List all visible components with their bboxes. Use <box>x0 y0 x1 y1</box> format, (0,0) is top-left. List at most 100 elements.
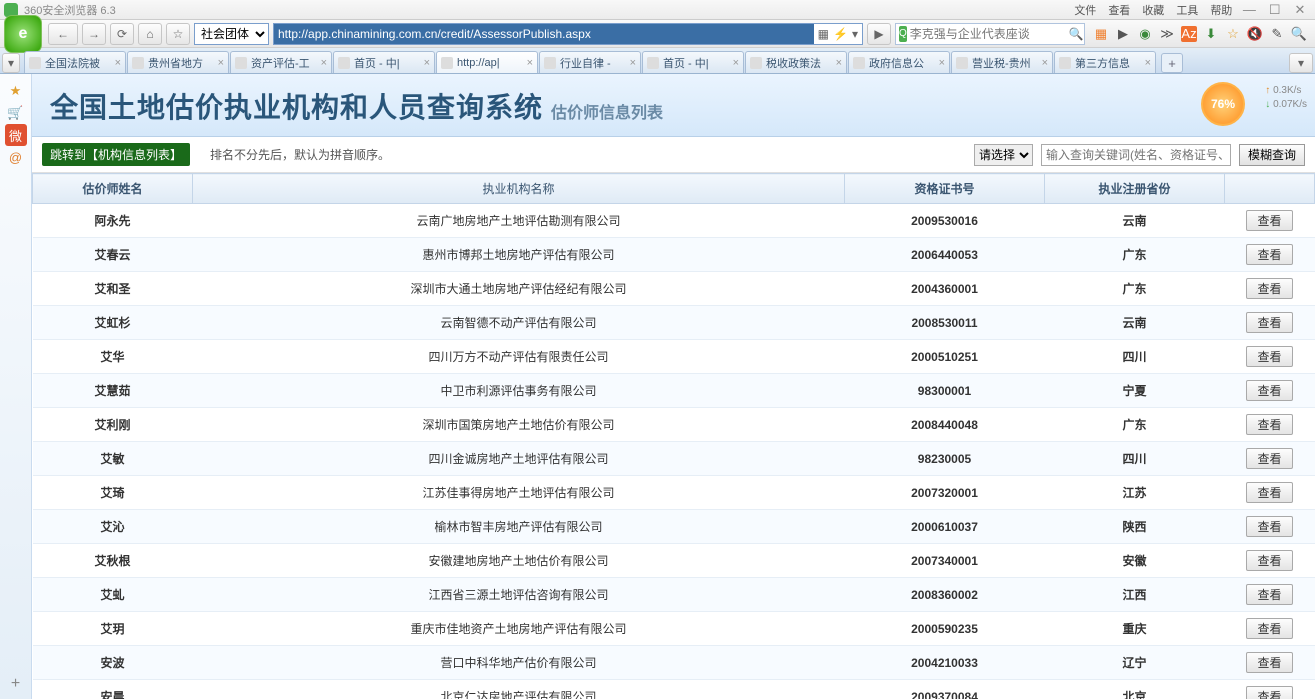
view-button[interactable]: 查看 <box>1246 618 1292 639</box>
category-select[interactable]: 社会团体 <box>194 23 269 45</box>
fav-icon[interactable]: ★ <box>5 80 27 102</box>
tab-close-icon[interactable]: × <box>115 57 121 69</box>
favorite-button[interactable]: ☆ <box>166 23 190 45</box>
tab-favicon-icon <box>235 57 247 69</box>
view-button[interactable]: 查看 <box>1246 652 1292 673</box>
search-engine-icon[interactable]: Q <box>899 26 907 42</box>
play-icon[interactable]: ▶ <box>1115 26 1131 42</box>
tab-strip: ▾ 全国法院被 × 贵州省地方 × 资产评估-工 × 首页 - 中| × htt… <box>0 48 1315 74</box>
cell-org: 中卫市利源评估事务有限公司 <box>193 374 845 408</box>
menu-item-2[interactable]: 收藏 <box>1142 5 1164 17</box>
zoom-icon[interactable]: 🔍 <box>1291 26 1307 42</box>
mail-icon[interactable]: @ <box>5 146 27 168</box>
az-icon[interactable]: Aᴢ <box>1181 26 1197 42</box>
cell-prov: 四川 <box>1045 442 1225 476</box>
tab-close-icon[interactable]: × <box>527 57 533 69</box>
tab-7[interactable]: 税收政策法 × <box>745 51 847 73</box>
cell-name: 艾春云 <box>33 238 193 272</box>
note-icon[interactable]: ✎ <box>1269 26 1285 42</box>
view-button[interactable]: 查看 <box>1246 482 1292 503</box>
new-tab-button[interactable]: + <box>1161 53 1183 73</box>
view-button[interactable]: 查看 <box>1246 448 1292 469</box>
tab-10[interactable]: 第三方信息 × <box>1054 51 1156 73</box>
tab-close-icon[interactable]: × <box>1042 57 1048 69</box>
table-row: 艾和圣 深圳市大通土地房地产评估经纪有限公司 2004360001 广东 查看 <box>33 272 1315 306</box>
menu-item-1[interactable]: 查看 <box>1108 5 1130 17</box>
cart-icon[interactable]: 🛒 <box>5 102 27 124</box>
search-input[interactable] <box>910 27 1065 41</box>
url-input[interactable] <box>274 24 814 44</box>
close-button[interactable]: ✕ <box>1289 2 1311 18</box>
maximize-button[interactable]: ☐ <box>1264 2 1286 18</box>
tab-menu-button[interactable]: ▾ <box>2 53 20 73</box>
view-button[interactable]: 查看 <box>1246 686 1292 699</box>
flash-icon[interactable]: ⚡ <box>833 27 848 41</box>
tab-4[interactable]: http://ap| × <box>436 51 538 73</box>
sidebar-add-button[interactable]: + <box>11 675 20 693</box>
weibo-icon[interactable]: 微 <box>5 124 27 146</box>
filter-select[interactable]: 请选择 <box>974 144 1033 166</box>
tab-list-button[interactable]: ▾ <box>1289 53 1313 73</box>
chevron-icon[interactable]: ≫ <box>1159 26 1175 42</box>
jump-button[interactable]: 跳转到【机构信息列表】 <box>42 143 190 166</box>
view-button[interactable]: 查看 <box>1246 278 1292 299</box>
cell-prov: 广东 <box>1045 238 1225 272</box>
reload-button[interactable]: ⟳ <box>110 23 134 45</box>
forward-button[interactable]: → <box>82 23 106 45</box>
tab-0[interactable]: 全国法院被 × <box>24 51 126 73</box>
view-button[interactable]: 查看 <box>1246 312 1292 333</box>
fuzzy-search-button[interactable]: 模糊查询 <box>1239 144 1305 166</box>
qr-icon[interactable]: ▦ <box>818 27 829 41</box>
page-subtitle: 估价师信息列表 <box>551 99 663 126</box>
col-header-prov[interactable]: 执业注册省份 <box>1045 174 1225 204</box>
view-button[interactable]: 查看 <box>1246 346 1292 367</box>
view-button[interactable]: 查看 <box>1246 584 1292 605</box>
back-button[interactable]: ← <box>48 23 78 45</box>
grid-icon[interactable]: ▦ <box>1093 26 1109 42</box>
menu-item-3[interactable]: 工具 <box>1176 5 1198 17</box>
tab-close-icon[interactable]: × <box>630 57 636 69</box>
cell-cert: 2009370084 <box>845 680 1045 699</box>
col-header-cert[interactable]: 资格证书号 <box>845 174 1045 204</box>
tab-1[interactable]: 贵州省地方 × <box>127 51 229 73</box>
star-icon[interactable]: ☆ <box>1225 26 1241 42</box>
cell-name: 艾利刚 <box>33 408 193 442</box>
view-button[interactable]: 查看 <box>1246 210 1292 231</box>
menu-item-0[interactable]: 文件 <box>1074 5 1096 17</box>
view-button[interactable]: 查看 <box>1246 244 1292 265</box>
tab-8[interactable]: 政府信息公 × <box>848 51 950 73</box>
tab-close-icon[interactable]: × <box>218 57 224 69</box>
view-button[interactable]: 查看 <box>1246 380 1292 401</box>
mute-icon[interactable]: 🔇 <box>1247 26 1263 42</box>
view-button[interactable]: 查看 <box>1246 550 1292 571</box>
go-button[interactable]: ▶ <box>867 23 891 45</box>
cell-cert: 2000510251 <box>845 340 1045 374</box>
home-button[interactable]: ⌂ <box>138 23 162 45</box>
dropdown-icon[interactable]: ▾ <box>852 27 858 41</box>
cell-cert: 2008530011 <box>845 306 1045 340</box>
minimize-button[interactable]: — <box>1238 2 1260 17</box>
col-header-org[interactable]: 执业机构名称 <box>193 174 845 204</box>
tab-9[interactable]: 营业税-贵州 × <box>951 51 1053 73</box>
keyword-input[interactable] <box>1041 144 1231 166</box>
tab-5[interactable]: 行业自律 - × <box>539 51 641 73</box>
menu-item-4[interactable]: 帮助 <box>1210 5 1232 17</box>
tab-6[interactable]: 首页 - 中| × <box>642 51 744 73</box>
browser-logo-icon[interactable]: e <box>4 15 42 53</box>
tab-close-icon[interactable]: × <box>1145 57 1151 69</box>
view-button[interactable]: 查看 <box>1246 516 1292 537</box>
cell-org: 营口中科华地产估价有限公司 <box>193 646 845 680</box>
tab-close-icon[interactable]: × <box>836 57 842 69</box>
tab-close-icon[interactable]: × <box>321 57 327 69</box>
globe-icon[interactable]: ◉ <box>1137 26 1153 42</box>
col-header-name[interactable]: 估价师姓名 <box>33 174 193 204</box>
tab-3[interactable]: 首页 - 中| × <box>333 51 435 73</box>
search-go-icon[interactable]: 🔍 <box>1065 27 1088 41</box>
tab-2[interactable]: 资产评估-工 × <box>230 51 332 73</box>
tab-close-icon[interactable]: × <box>733 57 739 69</box>
tab-label: 首页 - 中| <box>354 55 421 71</box>
view-button[interactable]: 查看 <box>1246 414 1292 435</box>
download-icon[interactable]: ⬇ <box>1203 26 1219 42</box>
tab-close-icon[interactable]: × <box>424 57 430 69</box>
tab-close-icon[interactable]: × <box>939 57 945 69</box>
